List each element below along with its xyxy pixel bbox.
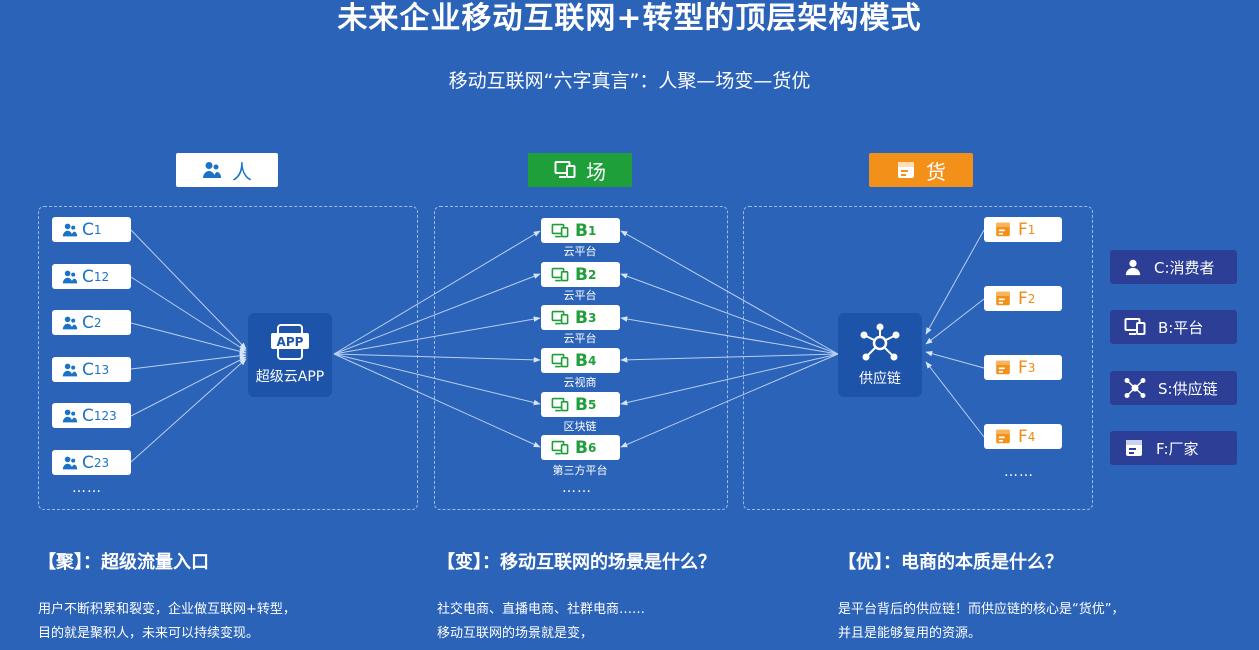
legend-manufacturer: F:厂家 [1110, 431, 1237, 465]
scene-node-b2: B2 [541, 262, 620, 287]
scene-node-b1: B1 [541, 218, 620, 243]
store-icon [996, 360, 1010, 375]
network-icon [860, 323, 900, 361]
connector-app-b2 [333, 273, 541, 355]
person-icon [62, 409, 78, 422]
people-ellipsis: …… [72, 480, 102, 496]
people-node-c2: C2 [52, 310, 131, 335]
monitor-icon [551, 223, 569, 237]
gather-line-1: 用户不断积累和裂变，企业做互联网+转型， [38, 602, 296, 617]
goods-node-f2: F2 [984, 286, 1062, 311]
connector-app-b5 [333, 353, 541, 406]
scene-caption-b1: 云平台 [563, 245, 597, 258]
connector-supply-b4 [620, 353, 839, 363]
people-node-c13: C 13 [52, 357, 131, 382]
connector-app-b6 [333, 353, 541, 448]
store-icon [996, 291, 1010, 306]
connector-supply-b2 [620, 273, 839, 355]
connector-f1-supply [925, 229, 985, 335]
goods-node-f1: F1 [984, 217, 1062, 242]
monitor-icon [551, 310, 569, 324]
connector-c1-app [130, 229, 247, 350]
connector-c23-app [130, 358, 247, 463]
scene-caption-b6: 第三方平台 [552, 464, 608, 477]
person-icon [62, 316, 78, 329]
scene-node-b5: B5 [541, 392, 620, 417]
legend-consumer: C:消费者 [1110, 250, 1237, 284]
excellent-line-2: 并且是能够复用的资源。 [838, 626, 982, 641]
connector-c12-app [130, 276, 247, 352]
super-app-hub: APP 超级云APP [248, 313, 332, 397]
change-line-2: 移动互联网的场景就是变， [437, 626, 594, 641]
scene-caption-b2: 云平台 [563, 289, 597, 302]
scene-node-b4: B4 [541, 348, 620, 373]
connector-c2-app [130, 322, 247, 355]
connector-c13-app [130, 352, 247, 370]
goods-node-f3: F3 [984, 355, 1062, 380]
gather-heading: 【聚】：超级流量入口 [38, 552, 209, 573]
scene-caption-b4: 云视商 [563, 376, 597, 389]
connector-f4-supply [925, 361, 985, 438]
goods-node-f4: F4 [984, 424, 1062, 449]
monitor-icon [1124, 318, 1146, 335]
connector-f2-supply [925, 298, 985, 345]
excellent-line-1: 是平台背后的供应链！而供应链的核心是“货优”， [838, 602, 1125, 617]
scene-node-b6: B6 [541, 435, 620, 460]
legend-platform: B:平台 [1110, 310, 1237, 344]
person-icon [62, 270, 78, 283]
scene-ellipsis: …… [562, 480, 592, 496]
monitor-icon [551, 397, 569, 411]
change-line-1: 社交电商、直播电商、社群电商…… [437, 602, 646, 617]
app-phone-icon: APP [271, 324, 309, 360]
super-app-label: 超级云APP [255, 369, 325, 385]
store-icon [996, 429, 1010, 444]
scene-caption-b5: 区块链 [563, 420, 597, 433]
legend-supply-chain: S:供应链 [1110, 371, 1237, 405]
person-icon [62, 456, 78, 469]
excellent-heading: 【优】：电商的本质是什么？ [838, 552, 1063, 573]
gather-line-2: 目的就是聚积人，未来可以持续变现。 [38, 626, 260, 641]
monitor-icon [551, 267, 569, 281]
person-icon [62, 363, 78, 376]
store-icon [996, 222, 1010, 237]
supply-chain-hub: 供应链 [838, 313, 922, 397]
scene-caption-b3: 云平台 [563, 332, 597, 345]
monitor-icon [551, 353, 569, 367]
person-icon [62, 223, 78, 236]
connector-supply-b5 [620, 353, 839, 406]
people-node-c23: C 23 [52, 450, 131, 475]
people-node-c123: C 123 [52, 403, 131, 428]
monitor-icon [551, 440, 569, 454]
change-heading: 【变】：移动互联网的场景是什么？ [437, 552, 716, 573]
person-icon [1125, 259, 1141, 276]
scene-node-b3: B3 [541, 305, 620, 330]
connector-app-b4 [333, 353, 541, 363]
connector-supply-b6 [620, 353, 839, 448]
people-node-c12: C 12 [52, 264, 131, 289]
app-badge: APP [277, 335, 304, 349]
connector-f3-supply [925, 350, 985, 369]
network-icon [1124, 378, 1146, 398]
goods-ellipsis: …… [1004, 464, 1034, 480]
supply-chain-label: 供应链 [859, 371, 901, 387]
people-node-c1: C1 [52, 217, 131, 242]
store-icon [1126, 440, 1142, 456]
connector-c123-app [130, 356, 247, 417]
